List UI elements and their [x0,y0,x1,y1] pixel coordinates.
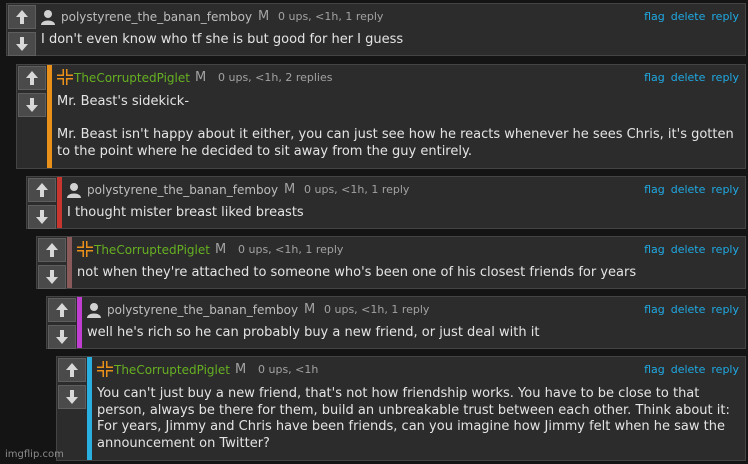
reply-link[interactable]: reply [711,243,739,256]
delete-link[interactable]: delete [671,183,706,196]
downvote-button[interactable] [18,93,46,117]
comment-actions: flag delete reply [638,10,739,24]
downvote-button[interactable] [38,265,66,289]
downvote-arrow-icon [36,210,48,224]
comment-content: polystyrene_the_banan_femboy M 0 ups, <1… [82,297,745,348]
comment-meta: 0 ups, <1h, 1 reply [324,303,430,316]
reply-link[interactable]: reply [711,71,739,84]
username-link[interactable]: TheCorruptedPiglet [94,243,210,257]
reply-link[interactable]: reply [711,10,739,23]
username-link[interactable]: TheCorruptedPiglet [114,363,230,377]
username-link[interactable]: polystyrene_the_banan_femboy [61,10,252,24]
downvote-button[interactable] [48,325,76,349]
flag-link[interactable]: flag [644,10,665,23]
delete-link[interactable]: delete [671,363,706,376]
user-silhouette-icon [66,182,82,198]
comment-actions: flag delete reply [638,303,739,317]
downvote-arrow-icon [66,390,78,404]
downvote-button[interactable] [28,205,56,229]
delete-link[interactable]: delete [671,71,706,84]
comment-meta: 0 ups, <1h, 1 reply [304,183,410,196]
comment-header: TheCorruptedPiglet M 0 ups, <1h flag dele… [92,357,745,381]
downvote-arrow-icon [16,37,28,51]
upvote-button[interactable] [58,358,86,382]
comment-body: not when they're attached to someone who… [77,265,637,280]
comment-content: polystyrene_the_banan_femboy M 0 ups, <1… [62,177,745,228]
upvote-button[interactable] [28,178,56,202]
comment-meta: 0 ups, <1h, 1 reply [278,10,384,23]
orange-cross-icon [76,240,93,257]
upvote-button[interactable] [8,5,36,29]
upvote-arrow-icon [36,183,48,197]
delete-link[interactable]: delete [671,303,706,316]
upvote-arrow-icon [26,71,38,85]
mod-badge: M [235,362,247,377]
comment-header: polystyrene_the_banan_femboy M 0 ups, <1… [36,4,745,28]
upvote-arrow-icon [16,10,28,24]
orange-cross-icon [96,360,113,377]
comment-header: TheCorruptedPiglet M 0 ups, <1h, 2 repli… [52,65,745,89]
comment: polystyrene_the_banan_femboy M 0 ups, <1… [46,296,746,349]
comment-header: polystyrene_the_banan_femboy M 0 ups, <1… [82,297,745,321]
comment-actions: flag delete reply [638,183,739,197]
downvote-arrow-icon [56,330,68,344]
flag-link[interactable]: flag [644,243,665,256]
flag-link[interactable]: flag [644,303,665,316]
comment: TheCorruptedPiglet M 0 ups, <1h flag dele… [56,356,746,461]
comment: TheCorruptedPiglet M 0 ups, <1h, 1 reply… [36,236,746,289]
comment-body: I thought mister breast liked breasts [67,205,304,220]
upvote-arrow-icon [46,243,58,257]
mod-badge: M [284,182,296,197]
upvote-arrow-icon [56,303,68,317]
comment-meta: 0 ups, <1h [258,363,319,376]
comment-content: TheCorruptedPiglet M 0 ups, <1h, 2 repli… [52,65,745,168]
upvote-arrow-icon [66,363,78,377]
flag-link[interactable]: flag [644,71,665,84]
comment-content: TheCorruptedPiglet M 0 ups, <1h, 1 reply… [72,237,745,288]
comment-actions: flag delete reply [638,243,739,257]
comment-thread: polystyrene_the_banan_femboy M 0 ups, <1… [0,0,748,464]
flag-link[interactable]: flag [644,363,665,376]
comment-header: TheCorruptedPiglet M 0 ups, <1h, 1 reply… [72,237,745,261]
mod-badge: M [215,242,227,257]
reply-link[interactable]: reply [711,303,739,316]
upvote-button[interactable] [38,238,66,262]
mod-badge: M [258,9,270,24]
delete-link[interactable]: delete [671,243,706,256]
orange-cross-icon [56,68,73,85]
comment: TheCorruptedPiglet M 0 ups, <1h, 2 repli… [16,64,746,169]
comment-body: I don't even know who tf she is but good… [41,32,404,47]
comment: polystyrene_the_banan_femboy M 0 ups, <1… [26,176,746,229]
comment-body: Mr. Beast's sidekick- Mr. Beast isn't ha… [57,94,734,159]
comment-actions: flag delete reply [638,71,739,85]
downvote-arrow-icon [26,98,38,112]
username-link[interactable]: TheCorruptedPiglet [74,71,190,85]
comment-header: polystyrene_the_banan_femboy M 0 ups, <1… [62,177,745,201]
reply-link[interactable]: reply [711,183,739,196]
username-link[interactable]: polystyrene_the_banan_femboy [107,303,298,317]
comment-meta: 0 ups, <1h, 2 replies [218,71,333,84]
user-silhouette-icon [86,302,102,318]
comment-content: TheCorruptedPiglet M 0 ups, <1h flag dele… [92,357,745,460]
mod-badge: M [195,70,207,85]
comment-body: You can't just buy a new friend, that's … [97,386,735,451]
comment-body: well he's rich so he can probably buy a … [87,325,540,340]
delete-link[interactable]: delete [671,10,706,23]
upvote-button[interactable] [18,66,46,90]
comment-actions: flag delete reply [638,363,739,377]
flag-link[interactable]: flag [644,183,665,196]
downvote-arrow-icon [46,270,58,284]
downvote-button[interactable] [8,32,36,56]
downvote-button[interactable] [58,385,86,409]
upvote-button[interactable] [48,298,76,322]
username-link[interactable]: polystyrene_the_banan_femboy [87,183,278,197]
comment-meta: 0 ups, <1h, 1 reply [238,243,344,256]
reply-link[interactable]: reply [711,363,739,376]
imgflip-watermark: imgflip.com [5,449,64,460]
comment-content: polystyrene_the_banan_femboy M 0 ups, <1… [36,4,745,55]
mod-badge: M [304,302,316,317]
comment: polystyrene_the_banan_femboy M 0 ups, <1… [6,3,746,56]
user-silhouette-icon [40,9,56,25]
